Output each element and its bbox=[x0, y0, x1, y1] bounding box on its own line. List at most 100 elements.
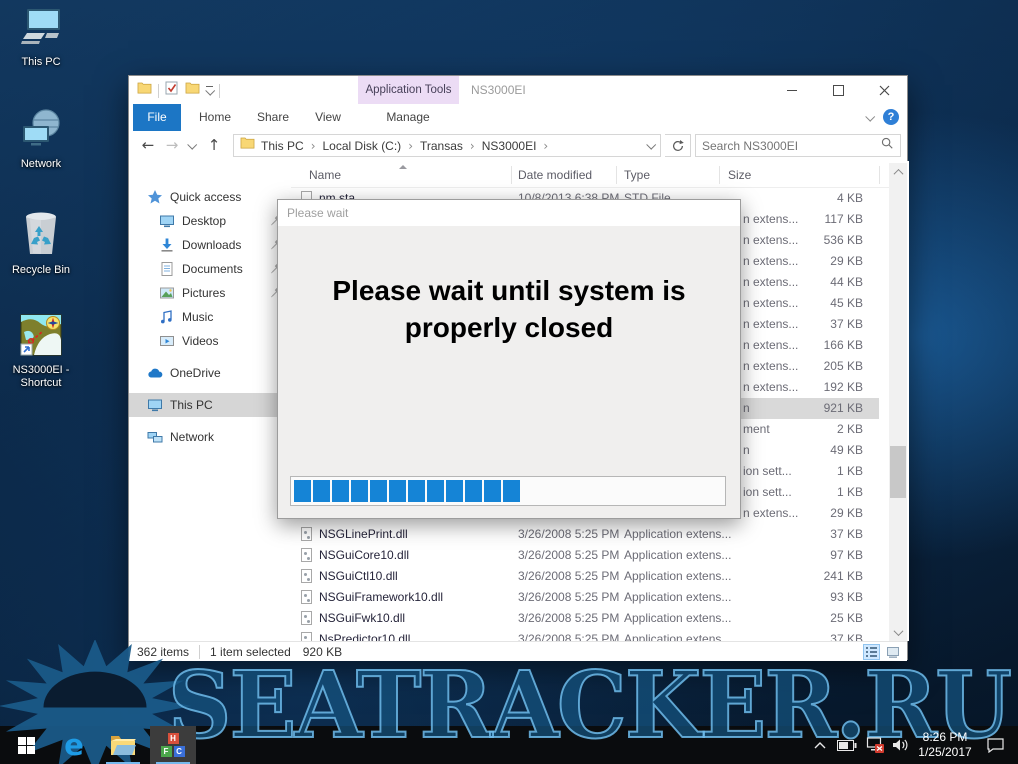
file-row[interactable]: NSGLinePrint.dll3/26/2008 5:25 PMApplica… bbox=[291, 524, 889, 545]
chevron-up-icon bbox=[814, 741, 826, 749]
sidebar-item-quick-access[interactable]: Quick access bbox=[129, 185, 291, 209]
column-header-date-modified[interactable]: Date modified bbox=[518, 163, 592, 187]
quick-access-toolbar bbox=[137, 81, 220, 100]
search-box[interactable] bbox=[695, 134, 901, 157]
tray-network-status[interactable] bbox=[862, 726, 888, 764]
properties-check-icon[interactable] bbox=[165, 81, 179, 100]
breadcrumb-item[interactable]: Transas bbox=[420, 139, 463, 153]
address-bar[interactable]: This PC › Local Disk (C:) › Transas › NS3000EI… bbox=[233, 134, 661, 157]
new-folder-icon[interactable] bbox=[185, 81, 200, 100]
scroll-down-icon[interactable] bbox=[889, 623, 907, 641]
recent-locations-chevron-icon[interactable] bbox=[183, 133, 199, 157]
tray-volume[interactable] bbox=[888, 726, 914, 764]
breadcrumb-chevron-icon[interactable]: › bbox=[470, 139, 475, 153]
sidebar-item-videos[interactable]: Videos bbox=[129, 329, 291, 353]
file-size: 536 KB bbox=[824, 230, 863, 251]
file-row[interactable]: NSGuiCore10.dll3/26/2008 5:25 PMApplicat… bbox=[291, 545, 889, 566]
refresh-button[interactable] bbox=[665, 134, 691, 157]
status-selected-count: 1 item selected bbox=[210, 645, 291, 659]
breadcrumb-chevron-icon[interactable]: › bbox=[311, 139, 316, 153]
tab-share[interactable]: Share bbox=[247, 104, 299, 131]
address-dropdown-chevron-icon[interactable] bbox=[646, 140, 656, 150]
sidebar-item-label: Documents bbox=[182, 262, 243, 276]
breadcrumb-chevron-icon[interactable]: › bbox=[408, 139, 413, 153]
sidebar-item-label: OneDrive bbox=[170, 366, 221, 380]
file-size: 37 KB bbox=[830, 524, 863, 545]
vertical-scrollbar[interactable] bbox=[889, 163, 907, 641]
close-button[interactable] bbox=[861, 76, 907, 104]
sidebar-item-onedrive[interactable]: OneDrive bbox=[129, 361, 291, 385]
file-type-fragment: n extens... bbox=[743, 230, 798, 251]
up-button[interactable]: ↑ bbox=[203, 133, 225, 157]
dll-file-icon bbox=[301, 632, 312, 641]
collapse-ribbon-chevron-icon[interactable] bbox=[865, 111, 875, 121]
tray-action-center[interactable] bbox=[980, 726, 1010, 764]
tray-clock[interactable]: 8:26 PM 1/25/2017 bbox=[912, 726, 978, 764]
battery-icon bbox=[837, 740, 857, 751]
column-header-name[interactable]: Name bbox=[309, 163, 341, 187]
sidebar-item-label: Pictures bbox=[182, 286, 225, 300]
desktop-icon-this-pc[interactable]: This PC bbox=[6, 8, 76, 69]
breadcrumb-item[interactable]: This PC bbox=[261, 139, 304, 153]
tray-battery[interactable] bbox=[834, 726, 860, 764]
sidebar-item-this-pc[interactable]: This PC bbox=[129, 393, 291, 417]
taskbar-ns3000ei-app-button[interactable]: H F C bbox=[150, 726, 196, 764]
file-size: 1 KB bbox=[837, 482, 863, 503]
search-input[interactable] bbox=[696, 139, 880, 153]
sidebar-item-label: Network bbox=[170, 430, 214, 444]
details-view-button[interactable] bbox=[863, 644, 880, 660]
breadcrumb-item[interactable]: NS3000EI bbox=[482, 139, 537, 153]
tab-file[interactable]: File bbox=[133, 104, 181, 131]
desktop-icon-recycle-bin[interactable]: Recycle Bin bbox=[6, 210, 76, 277]
scrollbar-thumb[interactable] bbox=[890, 446, 906, 498]
column-header-size[interactable]: Size bbox=[728, 163, 751, 187]
file-row[interactable]: NSGuiFramework10.dll3/26/2008 5:25 PMApp… bbox=[291, 587, 889, 608]
tab-view[interactable]: View bbox=[303, 104, 353, 131]
contextual-tab-application-tools[interactable]: Application Tools bbox=[358, 76, 459, 104]
progress-segment bbox=[389, 480, 406, 502]
scroll-up-icon[interactable] bbox=[889, 163, 907, 181]
video-icon bbox=[159, 333, 175, 349]
file-row[interactable]: NSGuiCtl10.dll3/26/2008 5:25 PMApplicati… bbox=[291, 566, 889, 587]
breadcrumb-chevron-icon[interactable]: › bbox=[543, 139, 548, 153]
file-type-fragment: ion sett... bbox=[743, 482, 792, 503]
large-icons-view-button[interactable] bbox=[884, 644, 901, 660]
breadcrumb-item[interactable]: Local Disk (C:) bbox=[323, 139, 402, 153]
back-button[interactable]: ← bbox=[137, 133, 159, 157]
file-size: 2 KB bbox=[837, 419, 863, 440]
action-center-icon bbox=[987, 738, 1004, 753]
file-row[interactable]: NsPredictor10.dll3/26/2008 5:25 PMApplic… bbox=[291, 629, 889, 641]
file-name: NSGLinePrint.dll bbox=[319, 524, 408, 545]
sidebar-item-documents[interactable]: Documents bbox=[129, 257, 291, 281]
maximize-button[interactable] bbox=[815, 76, 861, 104]
file-date-modified: 3/26/2008 5:25 PM bbox=[518, 608, 619, 629]
sidebar-item-music[interactable]: Music bbox=[129, 305, 291, 329]
folder-icon[interactable] bbox=[137, 81, 152, 100]
file-type: Application extens... bbox=[624, 566, 731, 587]
status-selected-size: 920 KB bbox=[303, 645, 342, 659]
desktop-icon-label: Recycle Bin bbox=[6, 264, 76, 277]
sidebar-item-pictures[interactable]: Pictures bbox=[129, 281, 291, 305]
tab-manage[interactable]: Manage bbox=[373, 104, 443, 131]
tab-home[interactable]: Home bbox=[191, 104, 239, 131]
minimize-button[interactable] bbox=[769, 76, 815, 104]
help-icon[interactable] bbox=[883, 109, 899, 125]
file-row[interactable]: NSGuiFwk10.dll3/26/2008 5:25 PMApplicati… bbox=[291, 608, 889, 629]
toolbar-separator bbox=[158, 84, 159, 98]
desktop-icon-ns3000ei-shortcut[interactable]: NS3000EI - Shortcut bbox=[6, 314, 76, 390]
ribbon-tabs: File Home Share View Manage bbox=[129, 104, 907, 132]
sidebar-item-label: Videos bbox=[182, 334, 218, 348]
taskbar-file-explorer-button[interactable] bbox=[100, 726, 146, 764]
column-header-type[interactable]: Type bbox=[624, 163, 650, 187]
start-button[interactable] bbox=[4, 726, 48, 764]
sidebar-item-desktop[interactable]: Desktop bbox=[129, 209, 291, 233]
sidebar-item-downloads[interactable]: Downloads bbox=[129, 233, 291, 257]
tray-show-hidden-icons[interactable] bbox=[808, 726, 832, 764]
clock-date: 1/25/2017 bbox=[918, 745, 971, 760]
customize-qat-chevron-icon[interactable] bbox=[206, 86, 213, 95]
forward-button[interactable]: → bbox=[161, 133, 183, 157]
desktop-icon-network[interactable]: Network bbox=[6, 108, 76, 171]
file-type-fragment: n bbox=[743, 398, 750, 419]
sidebar-item-network[interactable]: Network bbox=[129, 425, 291, 449]
taskbar-edge-button[interactable]: e bbox=[52, 726, 96, 764]
